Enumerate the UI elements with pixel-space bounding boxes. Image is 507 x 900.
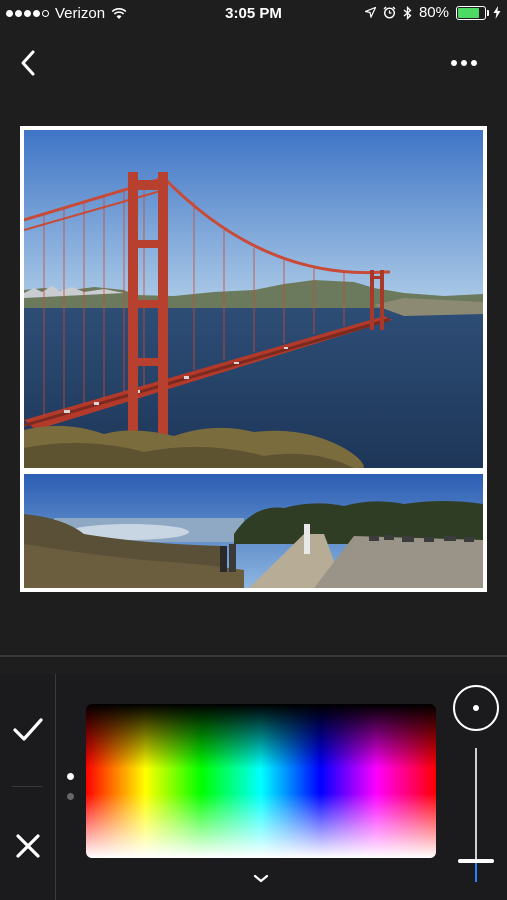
status-right: 80% [364, 4, 501, 21]
charging-icon [493, 6, 501, 19]
more-options-button[interactable] [446, 52, 482, 74]
color-spectrum-picker[interactable] [86, 704, 436, 858]
brush-size-slider-fill [475, 862, 477, 882]
ellipsis-icon [451, 60, 477, 66]
collage-photo-golden-gate[interactable] [24, 130, 483, 468]
page-indicator-dot[interactable] [67, 793, 74, 800]
battery-icon [456, 5, 489, 20]
chevron-left-icon [21, 50, 35, 76]
brush-size-slider-handle[interactable] [458, 858, 494, 863]
page-indicator-dot-active[interactable] [67, 773, 74, 780]
tools-column-divider [55, 674, 56, 900]
collage-photo-panorama[interactable] [24, 474, 483, 588]
photo-collage[interactable] [20, 126, 487, 592]
action-separator [12, 786, 42, 787]
confirm-button[interactable] [10, 712, 46, 746]
close-icon [16, 834, 40, 858]
brush-preview-icon [453, 685, 499, 731]
back-button[interactable] [14, 46, 44, 80]
status-bar: Verizon 3:05 PM 80% [0, 0, 507, 28]
brush-size-preview[interactable] [452, 684, 500, 732]
location-icon [364, 7, 376, 18]
golden-gate-bridge-image [24, 130, 483, 468]
section-divider [0, 655, 507, 657]
checkmark-icon [13, 718, 43, 741]
bluetooth-icon [403, 5, 412, 20]
battery-percent: 80% [418, 4, 449, 21]
alarm-icon [383, 6, 396, 19]
coastal-panorama-image [24, 474, 483, 588]
chevron-down-icon [253, 874, 269, 883]
collapse-panel-button[interactable] [250, 872, 272, 886]
cancel-button[interactable] [12, 830, 44, 862]
